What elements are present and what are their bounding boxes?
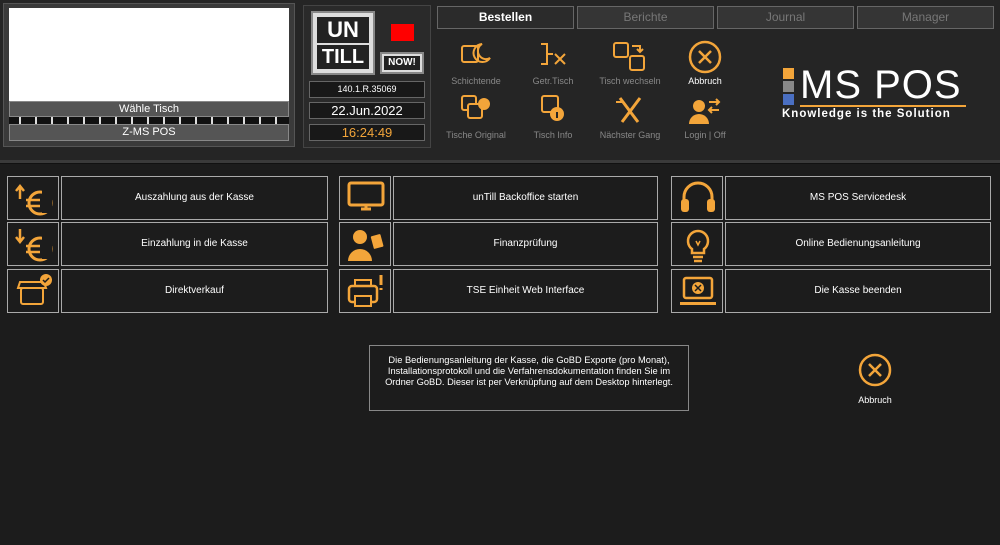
euro-payout-icon — [15, 183, 53, 216]
table-info-icon — [541, 95, 564, 121]
switch-table-button[interactable]: Tisch wechseln — [590, 40, 670, 86]
shift-end-icon — [461, 43, 491, 63]
euro-deposit-icon — [15, 229, 53, 262]
exit-register-button[interactable]: Die Kasse beenden — [725, 269, 991, 313]
untill-logo-panel: UN TILL NOW! 140.1.R.35069 22.Jun.2022 1… — [303, 5, 431, 148]
cancel-toolbar-button[interactable]: Abbruch — [665, 40, 745, 86]
clock-label: 16:24:49 — [309, 124, 425, 141]
printer-alert-icon — [347, 275, 383, 307]
untill-logo: UN TILL — [311, 11, 375, 75]
tse-button[interactable]: TSE Einheit Web Interface — [393, 269, 658, 313]
direct-sale-button[interactable]: Direktverkauf — [61, 269, 328, 313]
now-badge-label: NOW! — [384, 56, 420, 70]
logo-square-orange — [783, 68, 794, 79]
logo-square-blue — [783, 94, 794, 105]
logo-square-gray — [783, 81, 794, 92]
date-label: 22.Jun.2022 — [309, 102, 425, 119]
servicedesk-icon-button[interactable] — [671, 176, 723, 220]
next-course-button[interactable]: Nächster Gang — [590, 94, 670, 140]
cancel-label: Abbruch — [858, 395, 892, 405]
deposit-icon-button[interactable] — [7, 222, 59, 266]
shop-icon — [16, 274, 52, 305]
choose-table-button[interactable]: Wähle Tisch — [9, 101, 289, 117]
table-info-button[interactable]: Tisch Info — [513, 94, 593, 140]
table-scroll-ruler[interactable] — [9, 117, 289, 124]
manual-icon-button[interactable] — [671, 222, 723, 266]
brand-name: MS POS — [800, 63, 962, 107]
cancel-icon — [688, 40, 722, 74]
toolbar-label: Tische Original — [446, 130, 506, 140]
backoffice-button[interactable]: unTill Backoffice starten — [393, 176, 658, 220]
top-bar: Wähle Tisch Z-MS POS UN TILL NOW! 140.1.… — [0, 0, 1000, 160]
next-course-icon — [616, 97, 642, 123]
toolbar-label: Tisch wechseln — [599, 76, 661, 86]
cancel-icon — [858, 353, 892, 387]
switch-table-icon — [613, 42, 645, 71]
tables-original-icon — [461, 95, 490, 119]
payout-icon-button[interactable] — [7, 176, 59, 220]
login-icon — [689, 98, 721, 124]
headset-icon — [681, 181, 715, 212]
laptop-close-icon — [680, 276, 716, 305]
auditor-icon — [348, 230, 384, 261]
split-table-icon — [541, 43, 566, 65]
deposit-button[interactable]: Einzahlung in die Kasse — [61, 222, 328, 266]
table-display[interactable] — [9, 8, 289, 103]
monitor-icon — [347, 181, 385, 211]
untill-logo-bottom: TILL — [317, 45, 369, 69]
now-badge: NOW! — [380, 52, 424, 74]
status-indicator — [391, 24, 414, 41]
untill-logo-top: UN — [317, 17, 369, 43]
login-off-button[interactable]: Login | Off — [665, 94, 745, 140]
tab-journal[interactable]: Journal — [717, 6, 854, 29]
toolbar-label: Schichtende — [451, 76, 501, 86]
exit-icon-button[interactable] — [671, 269, 723, 313]
audit-button[interactable]: Finanzprüfung — [393, 222, 658, 266]
brand-underline — [800, 105, 966, 107]
audit-icon-button[interactable] — [339, 222, 391, 266]
backoffice-icon-button[interactable] — [339, 176, 391, 220]
ms-pos-logo: MS POS Knowledge is the Solution — [780, 63, 970, 122]
cancel-button[interactable]: Abbruch — [850, 352, 900, 405]
info-message: Die Bedienungsanleitung der Kasse, die G… — [369, 345, 689, 411]
split-table-button[interactable]: Getr.Tisch — [513, 40, 593, 86]
version-label: 140.1.R.35069 — [309, 81, 425, 98]
toolbar-label: Login | Off — [684, 130, 726, 140]
direct-sale-icon-button[interactable] — [7, 269, 59, 313]
tab-manager[interactable]: Manager — [857, 6, 994, 29]
tables-original-button[interactable]: Tische Original — [436, 94, 516, 140]
table-panel: Wähle Tisch Z-MS POS — [3, 3, 295, 147]
tab-bestellen[interactable]: Bestellen — [437, 6, 574, 29]
manual-button[interactable]: Online Bedienungsanleitung — [725, 222, 991, 266]
shift-end-button[interactable]: Schichtende — [436, 40, 516, 86]
payout-button[interactable]: Auszahlung aus der Kasse — [61, 176, 328, 220]
register-name: Z-MS POS — [9, 124, 289, 141]
tse-icon-button[interactable] — [339, 269, 391, 313]
toolbar-label: Nächster Gang — [599, 130, 661, 140]
brand-tagline: Knowledge is the Solution — [782, 108, 951, 120]
toolbar-label: Abbruch — [688, 76, 722, 86]
tab-berichte[interactable]: Berichte — [577, 6, 714, 29]
top-bar-divider — [0, 160, 1000, 164]
lightbulb-icon — [686, 229, 710, 263]
servicedesk-button[interactable]: MS POS Servicedesk — [725, 176, 991, 220]
toolbar-label: Tisch Info — [533, 130, 573, 140]
toolbar-label: Getr.Tisch — [532, 76, 574, 86]
